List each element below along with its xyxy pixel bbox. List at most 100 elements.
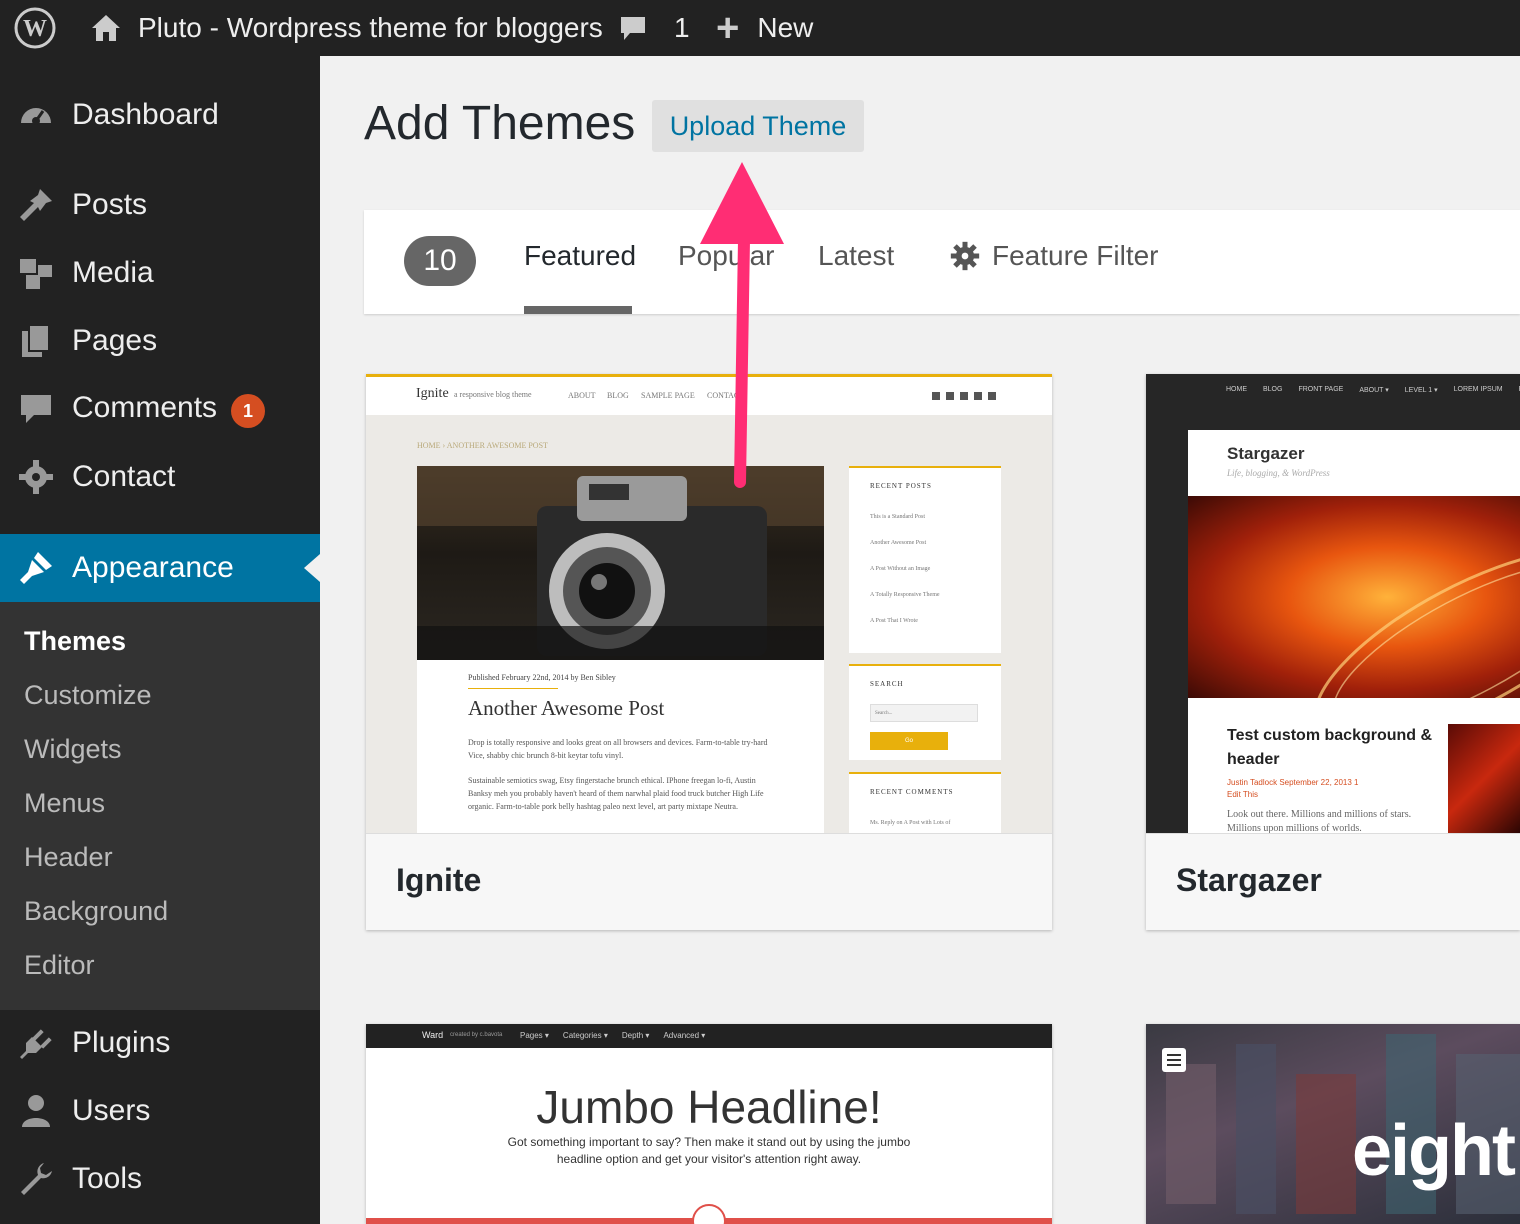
theme-screenshot: Ward created by c.bavota Pages ▾ Categor… (366, 1024, 1052, 1224)
active-caret (304, 554, 320, 582)
preview-edit-link: Edit This (1227, 790, 1258, 799)
sidebar-item-appearance[interactable]: Appearance (0, 534, 320, 602)
preview-post-title: Test custom background & header (1227, 727, 1433, 768)
preview-nav-item: HOME (1226, 386, 1247, 393)
preview-thumbnail (1448, 724, 1520, 834)
preview-nav-item: Depth ▾ (621, 1031, 650, 1040)
upload-theme-button[interactable]: Upload Theme (652, 100, 864, 152)
recent-post-link[interactable]: A Totally Responsive Theme (870, 592, 940, 598)
site-home-link[interactable]: Pluto - Wordpress theme for bloggers (90, 0, 603, 56)
sidebar-item-plugins[interactable]: Plugins (0, 1010, 320, 1076)
theme-card-ward[interactable]: Ward created by c.bavota Pages ▾ Categor… (366, 1024, 1052, 1224)
home-icon (90, 12, 122, 44)
recent-post-link[interactable]: Another Awesome Post (870, 540, 926, 546)
site-title: Pluto - Wordpress theme for bloggers (138, 12, 603, 43)
submenu-background[interactable]: Background (24, 896, 168, 927)
recent-post-link[interactable]: A Post That I Wrote (870, 618, 918, 624)
tab-featured[interactable]: Featured (524, 240, 636, 272)
sidebar-item-users[interactable]: Users (0, 1078, 320, 1144)
theme-card-ignite[interactable]: Ignite a responsive blog theme ABOUT BLO… (366, 374, 1052, 930)
meta-underline (468, 688, 558, 689)
submenu-header[interactable]: Header (24, 842, 113, 873)
preview-search-button: Go (870, 732, 948, 750)
widget-recent-posts: RECENT POSTS This is a Standard Post Ano… (849, 466, 1001, 653)
submenu-widgets[interactable]: Widgets (24, 734, 122, 765)
plug-icon (18, 1025, 54, 1061)
admin-comments-link[interactable]: 1 (618, 0, 690, 56)
preview-site-title: Ignite (416, 386, 449, 401)
preview-nav-item: ABOUT ▾ (1359, 387, 1389, 394)
sidebar-item-tools[interactable]: Tools (0, 1146, 320, 1212)
sidebar-label: Users (72, 1094, 151, 1127)
submenu-themes[interactable]: Themes (24, 626, 126, 657)
preview-nav-blog: BLOG (607, 391, 629, 400)
preview-nav-item: Advanced ▾ (663, 1031, 706, 1040)
sidebar-item-pages[interactable]: Pages (0, 308, 320, 374)
preview-brand-by: created by c.bavota (450, 1032, 503, 1038)
sidebar-label: Comments 1 (72, 391, 266, 428)
preview-brand: Ward (422, 1030, 444, 1040)
sidebar-label: Contact (72, 460, 176, 493)
recent-post-link[interactable]: This is a Standard Post (870, 514, 925, 520)
preview-breadcrumb: HOME › ANOTHER AWESOME POST (417, 441, 548, 450)
preview-excerpt: Look out there. Millions and millions of… (1227, 809, 1412, 834)
facebook-icon (946, 392, 954, 400)
tab-active-indicator (524, 306, 632, 314)
post-paragraph-2: Sustainable semiotics swag, Etsy fingers… (468, 776, 764, 811)
submenu-editor[interactable]: Editor (24, 950, 95, 981)
widget-recent-comments: RECENT COMMENTS Ms. Reply on A Post with… (849, 772, 1001, 836)
preview-headline: eight (1352, 1111, 1516, 1191)
admin-comments-count: 1 (674, 12, 690, 43)
submenu-customize[interactable]: Customize (24, 680, 152, 711)
preview-tagline: a responsive blog theme (454, 390, 532, 399)
theme-screenshot: Ignite a responsive blog theme ABOUT BLO… (366, 374, 1052, 836)
preview-nav: Pages ▾ Categories ▾ Depth ▾ Advanced ▾ (520, 1031, 705, 1040)
comment-icon (618, 13, 648, 43)
dashboard-icon (18, 97, 54, 133)
theme-screenshot: eight (1146, 1024, 1520, 1224)
theme-card-eight[interactable]: eight (1146, 1024, 1520, 1224)
user-icon (18, 1093, 54, 1129)
preview-nav-item: LEVEL 1 ▾ (1404, 387, 1438, 394)
sidebar-label: Plugins (72, 1026, 171, 1059)
menu-icon (1162, 1048, 1186, 1072)
svg-text:W: W (23, 16, 47, 42)
wordpress-logo-icon[interactable]: W (14, 0, 56, 56)
sidebar-label: Tools (72, 1162, 143, 1195)
new-content-link[interactable]: + New (716, 0, 813, 56)
instagram-icon (988, 392, 996, 400)
sidebar-label: Posts (72, 188, 148, 221)
preview-nav-item: FRONT PAGE (1298, 386, 1344, 393)
post-title: Another Awesome Post (468, 696, 665, 720)
theme-card-stargazer[interactable]: HOME BLOG FRONT PAGE ABOUT ▾ LEVEL 1 ▾ L… (1146, 374, 1520, 930)
preview-tagline: Life, blogging, & WordPress (1227, 468, 1330, 478)
theme-filter-bar: 10 Featured Popular Latest Feature Filte… (364, 210, 1520, 314)
preview-content: Stargazer Life, blogging, & WordPress Te… (1188, 430, 1520, 834)
feature-filter-button[interactable]: Feature Filter (950, 240, 1159, 272)
sidebar-label: Pages (72, 324, 158, 357)
submenu-menus[interactable]: Menus (24, 788, 105, 819)
twitter-icon (932, 392, 940, 400)
preview-search-input: Search... (870, 704, 978, 722)
preview-nav-sample: SAMPLE PAGE (641, 391, 695, 400)
feature-filter-label: Feature Filter (992, 240, 1159, 271)
preview-subheadline: Got something important to say? Then mak… (507, 1135, 911, 1166)
preview-nav-contact: CONTACT (707, 391, 737, 400)
sidebar-item-media[interactable]: Media (0, 240, 320, 306)
pages-icon (18, 323, 54, 359)
sidebar-item-contact[interactable]: Contact (0, 444, 320, 510)
theme-name: Stargazer (1176, 862, 1322, 898)
tab-latest[interactable]: Latest (818, 240, 894, 272)
sidebar-label: Media (72, 256, 154, 289)
preview-nav-item: LOREM IPSUM (1453, 386, 1503, 393)
tab-popular[interactable]: Popular (678, 240, 775, 272)
sidebar-item-dashboard[interactable]: Dashboard (0, 82, 320, 148)
recent-post-link[interactable]: A Post Without an Image (870, 566, 930, 572)
admin-sidebar: Dashboard Posts Media Pages Comments 1 Co… (0, 56, 320, 1224)
plus-icon: + (716, 5, 740, 50)
sidebar-item-comments[interactable]: Comments 1 (0, 376, 320, 442)
preview-nav-item: Pages ▾ (520, 1031, 549, 1040)
rss-icon (974, 392, 982, 400)
post-paragraph-1: Drop is totally responsive and looks gre… (468, 738, 768, 760)
sidebar-item-posts[interactable]: Posts (0, 172, 320, 238)
